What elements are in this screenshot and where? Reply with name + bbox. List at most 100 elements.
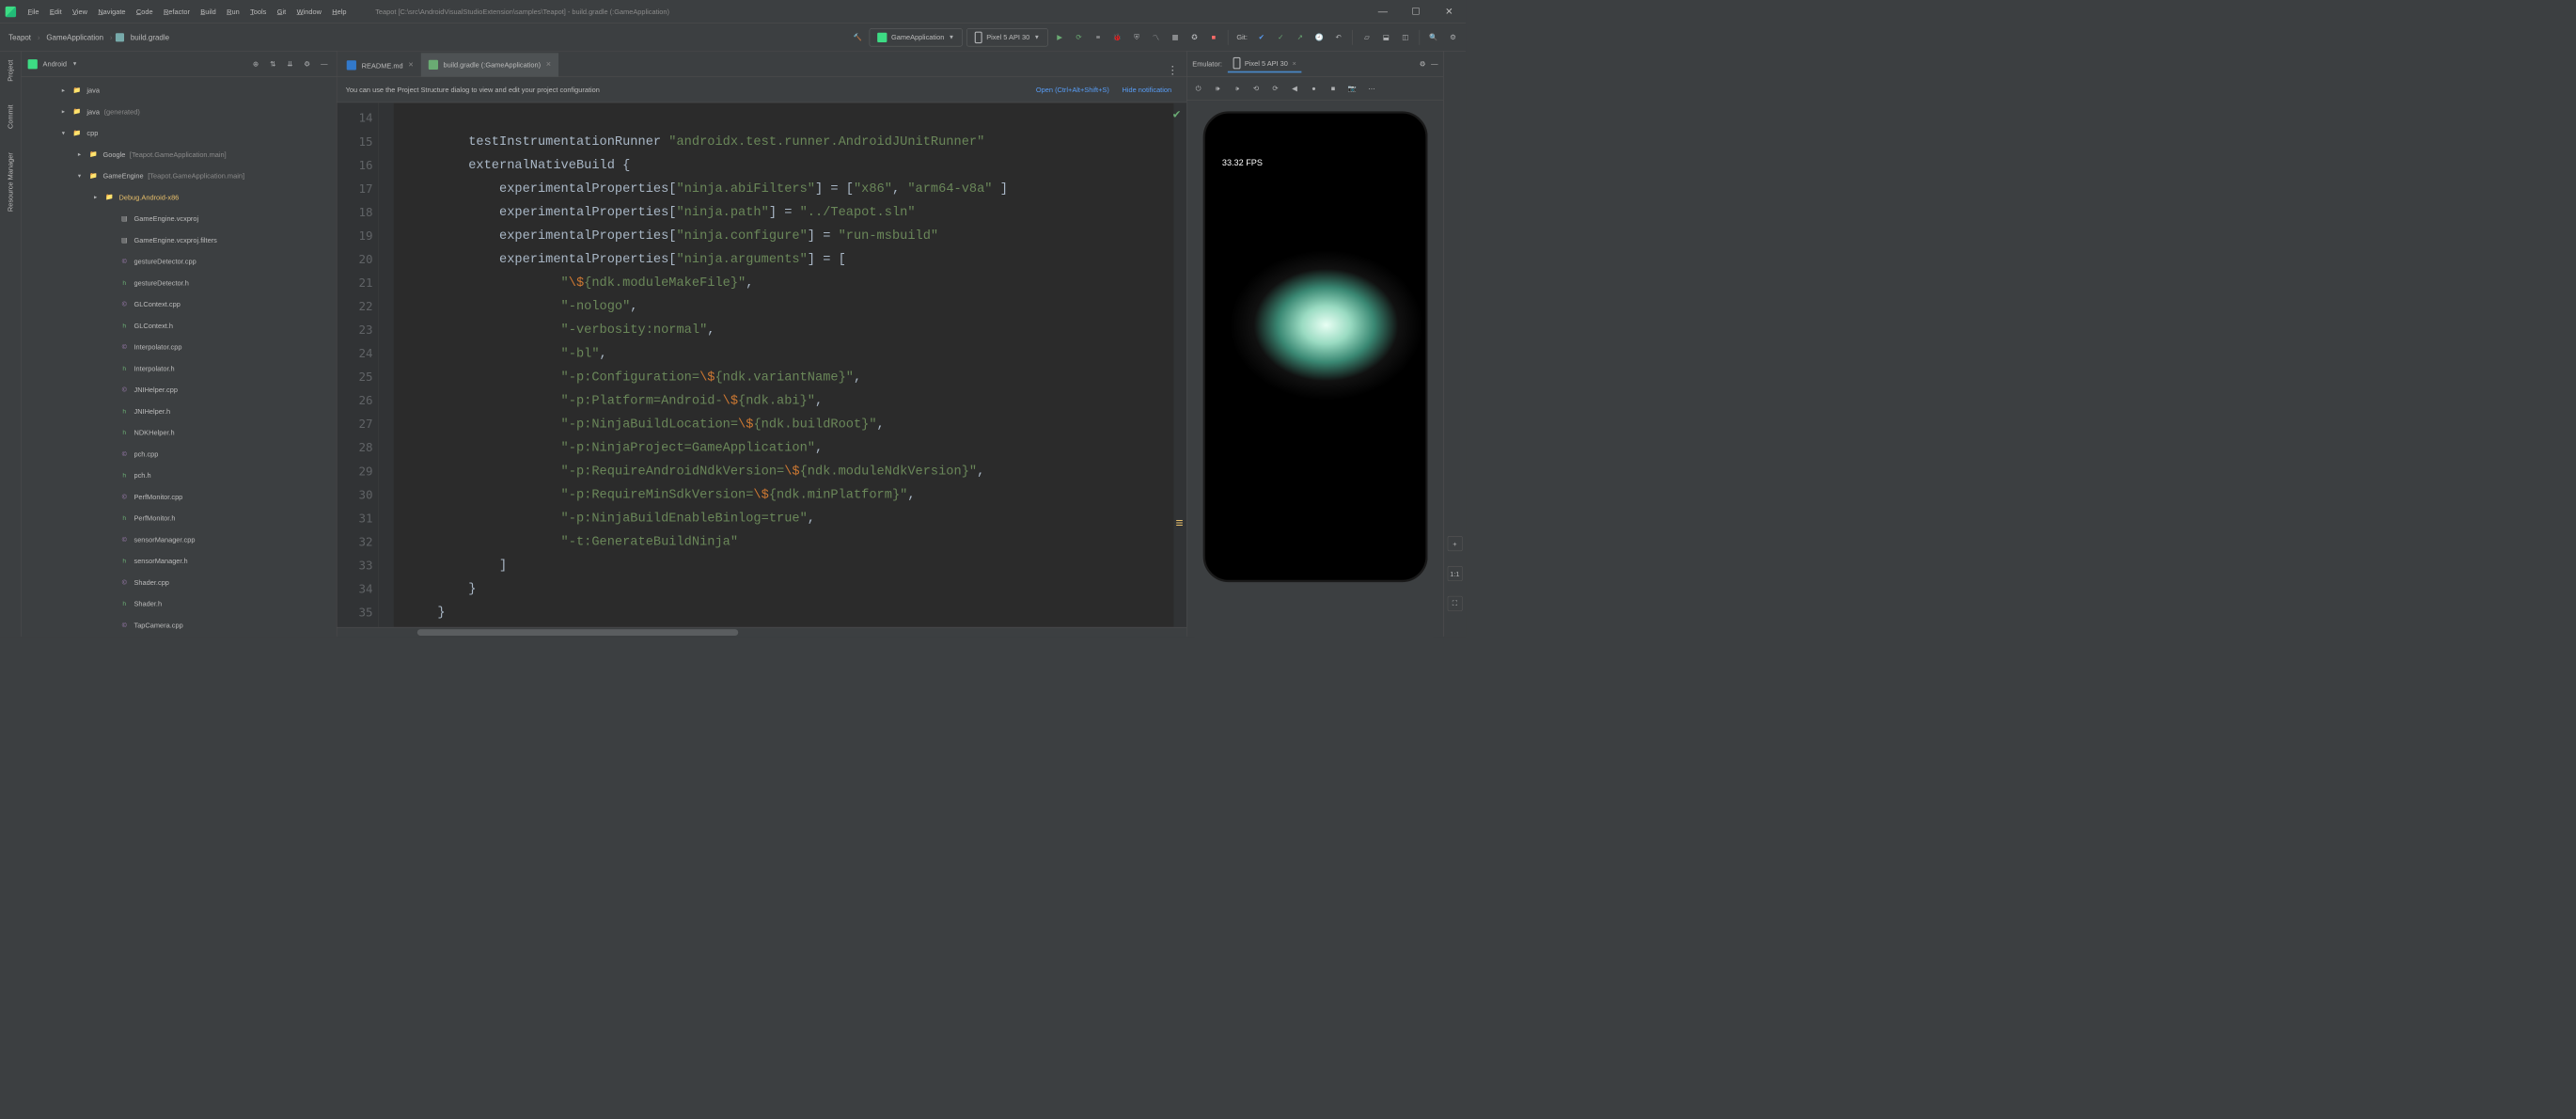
maximize-button[interactable]: ☐ (1410, 6, 1422, 18)
git-commit-button[interactable]: ✓ (1273, 30, 1288, 45)
close-tab-icon[interactable]: × (408, 60, 413, 70)
menu-navigate[interactable]: Navigate (93, 6, 132, 18)
code-minimap-icon[interactable]: ≡ (1176, 516, 1184, 531)
volume-down-button[interactable]: 🕩 (1230, 82, 1244, 96)
close-tab-icon[interactable]: × (546, 60, 551, 70)
tree-row[interactable]: hpch.h (22, 465, 337, 486)
hide-emulator-button[interactable]: — (1431, 60, 1437, 69)
fold-gutter[interactable] (379, 102, 394, 627)
run-button[interactable]: ▶ (1052, 30, 1067, 45)
tree-row[interactable]: ▸📁Google [Teapot.GameApplication.main] (22, 143, 337, 165)
tree-row[interactable]: hPerfMonitor.h (22, 507, 337, 528)
apply-code-changes-button[interactable]: ≡ (1091, 30, 1106, 45)
emulator-device-tab[interactable]: Pixel 5 API 30 × (1228, 55, 1302, 72)
tree-row[interactable]: ▸📁Debug.Android-x86 (22, 186, 337, 208)
overview-button[interactable]: ■ (1327, 82, 1341, 96)
tree-row[interactable]: hsensorManager.h (22, 550, 337, 572)
power-button[interactable]: ⏻ (1191, 82, 1205, 96)
home-button[interactable]: ● (1307, 82, 1321, 96)
back-button[interactable]: ◀ (1288, 82, 1302, 96)
tree-row[interactable]: ▾📁cpp (22, 122, 337, 144)
coverage-button[interactable]: ⛨ (1129, 30, 1144, 45)
project-tool-tab[interactable]: Project (7, 55, 15, 86)
editor-tab[interactable]: README.md× (339, 53, 421, 76)
inspection-ok-icon[interactable]: ✔ (1172, 108, 1182, 121)
menu-tools[interactable]: Tools (244, 6, 272, 18)
git-history-button[interactable]: 🕘 (1312, 30, 1327, 45)
chevron-right-icon[interactable]: ▸ (59, 108, 68, 115)
close-button[interactable]: ✕ (1443, 6, 1455, 18)
tree-row[interactable]: ©Shader.cpp (22, 572, 337, 593)
more-button[interactable]: ⋯ (1365, 82, 1379, 96)
tree-row[interactable]: ©PerfMonitor.cpp (22, 486, 337, 508)
tree-row[interactable]: ▾📁GameEngine [Teapot.GameApplication.mai… (22, 165, 337, 186)
volume-up-button[interactable]: 🕪 (1211, 82, 1225, 96)
tree-row[interactable]: ©pch.cpp (22, 443, 337, 465)
apply-changes-button[interactable]: ⟳ (1072, 30, 1087, 45)
screenshot-button[interactable]: 📷 (1345, 82, 1359, 96)
breadcrumb-module[interactable]: GameApplication (43, 32, 106, 42)
commit-tool-tab[interactable]: Commit (7, 101, 15, 134)
git-rollback-button[interactable]: ↶ (1331, 30, 1346, 45)
tree-row[interactable]: ©TapCamera.cpp (22, 614, 337, 636)
scrollbar-thumb[interactable] (417, 629, 738, 636)
app-inspection-button[interactable]: ▦ (1168, 30, 1183, 45)
phone-screen[interactable]: 33.32 FPS (1208, 130, 1422, 564)
sdk-manager-button[interactable]: ⬓ (1378, 30, 1393, 45)
emulator-settings-button[interactable]: ⚙ (1420, 59, 1426, 68)
line-number-gutter[interactable]: 1415161718192021222324252627282930313233… (337, 102, 378, 627)
editor-error-stripe[interactable] (1173, 102, 1186, 627)
tree-row[interactable]: ©sensorManager.cpp (22, 528, 337, 550)
tree-row[interactable]: hShader.h (22, 592, 337, 614)
git-push-button[interactable]: ↗ (1293, 30, 1308, 45)
zoom-1to1-button[interactable]: 1:1 (1447, 566, 1462, 581)
rotate-left-button[interactable]: ⟲ (1249, 82, 1264, 96)
chevron-right-icon[interactable]: ▸ (91, 194, 100, 200)
hide-panel-button[interactable]: — (319, 58, 331, 71)
tree-row[interactable]: ▤GameEngine.vcxproj.filters (22, 229, 337, 251)
menu-help[interactable]: Help (327, 6, 353, 18)
profiler-button[interactable]: 〽 (1149, 30, 1164, 45)
menu-file[interactable]: File (23, 6, 44, 18)
menu-view[interactable]: View (67, 6, 92, 18)
tree-row[interactable]: hJNIHelper.h (22, 401, 337, 422)
menu-build[interactable]: Build (196, 6, 222, 18)
code-editor[interactable]: testInstrumentationRunner "androidx.test… (394, 102, 1174, 627)
tree-row[interactable]: ©Interpolator.cpp (22, 336, 337, 357)
minimize-button[interactable]: — (1377, 6, 1390, 18)
open-project-structure-link[interactable]: Open (Ctrl+Alt+Shift+S) (1029, 86, 1116, 94)
zoom-in-button[interactable]: + (1447, 536, 1462, 551)
menu-refactor[interactable]: Refactor (158, 6, 195, 18)
build-hammer-icon[interactable]: 🔨 (850, 30, 865, 45)
resource-manager-tool-tab[interactable]: Resource Manager (7, 149, 15, 216)
select-opened-file-button[interactable]: ⊕ (250, 58, 262, 71)
tree-row[interactable]: ©gestureDetector.cpp (22, 250, 337, 272)
menu-code[interactable]: Code (131, 6, 158, 18)
git-update-button[interactable]: ✔ (1254, 30, 1269, 45)
tree-row[interactable]: hgestureDetector.h (22, 272, 337, 293)
tree-row[interactable]: ▸📁java (generated) (22, 101, 337, 122)
attach-debugger-button[interactable]: ✪ (1186, 30, 1202, 45)
close-icon[interactable]: × (1292, 59, 1296, 68)
project-view-selector[interactable]: Android (43, 60, 67, 69)
tree-row[interactable]: hInterpolator.h (22, 357, 337, 379)
chevron-right-icon[interactable]: ▸ (59, 87, 68, 93)
debug-button[interactable]: 🐞 (1110, 30, 1125, 45)
editor-tab-options-button[interactable]: ⋮ (1160, 63, 1186, 76)
panel-settings-button[interactable]: ⚙ (301, 58, 313, 71)
tree-row[interactable]: ©JNIHelper.cpp (22, 379, 337, 401)
avd-manager-button[interactable]: ▱ (1359, 30, 1374, 45)
chevron-down-icon[interactable]: ▾ (75, 172, 84, 179)
collapse-all-button[interactable]: ⇊ (284, 58, 296, 71)
run-configuration-dropdown[interactable]: GameApplication ▼ (870, 28, 963, 46)
zoom-fit-button[interactable]: ⛶ (1447, 596, 1462, 611)
menu-window[interactable]: Window (291, 6, 327, 18)
resource-manager-button[interactable]: ◫ (1398, 30, 1413, 45)
menu-run[interactable]: Run (221, 6, 244, 18)
chevron-down-icon[interactable]: ▾ (59, 129, 68, 135)
breadcrumb-root[interactable]: Teapot (6, 32, 35, 42)
menu-edit[interactable]: Edit (44, 6, 67, 18)
settings-button[interactable]: ⚙ (1445, 30, 1460, 45)
rotate-right-button[interactable]: ⟳ (1268, 82, 1282, 96)
horizontal-scrollbar[interactable] (337, 627, 1186, 637)
